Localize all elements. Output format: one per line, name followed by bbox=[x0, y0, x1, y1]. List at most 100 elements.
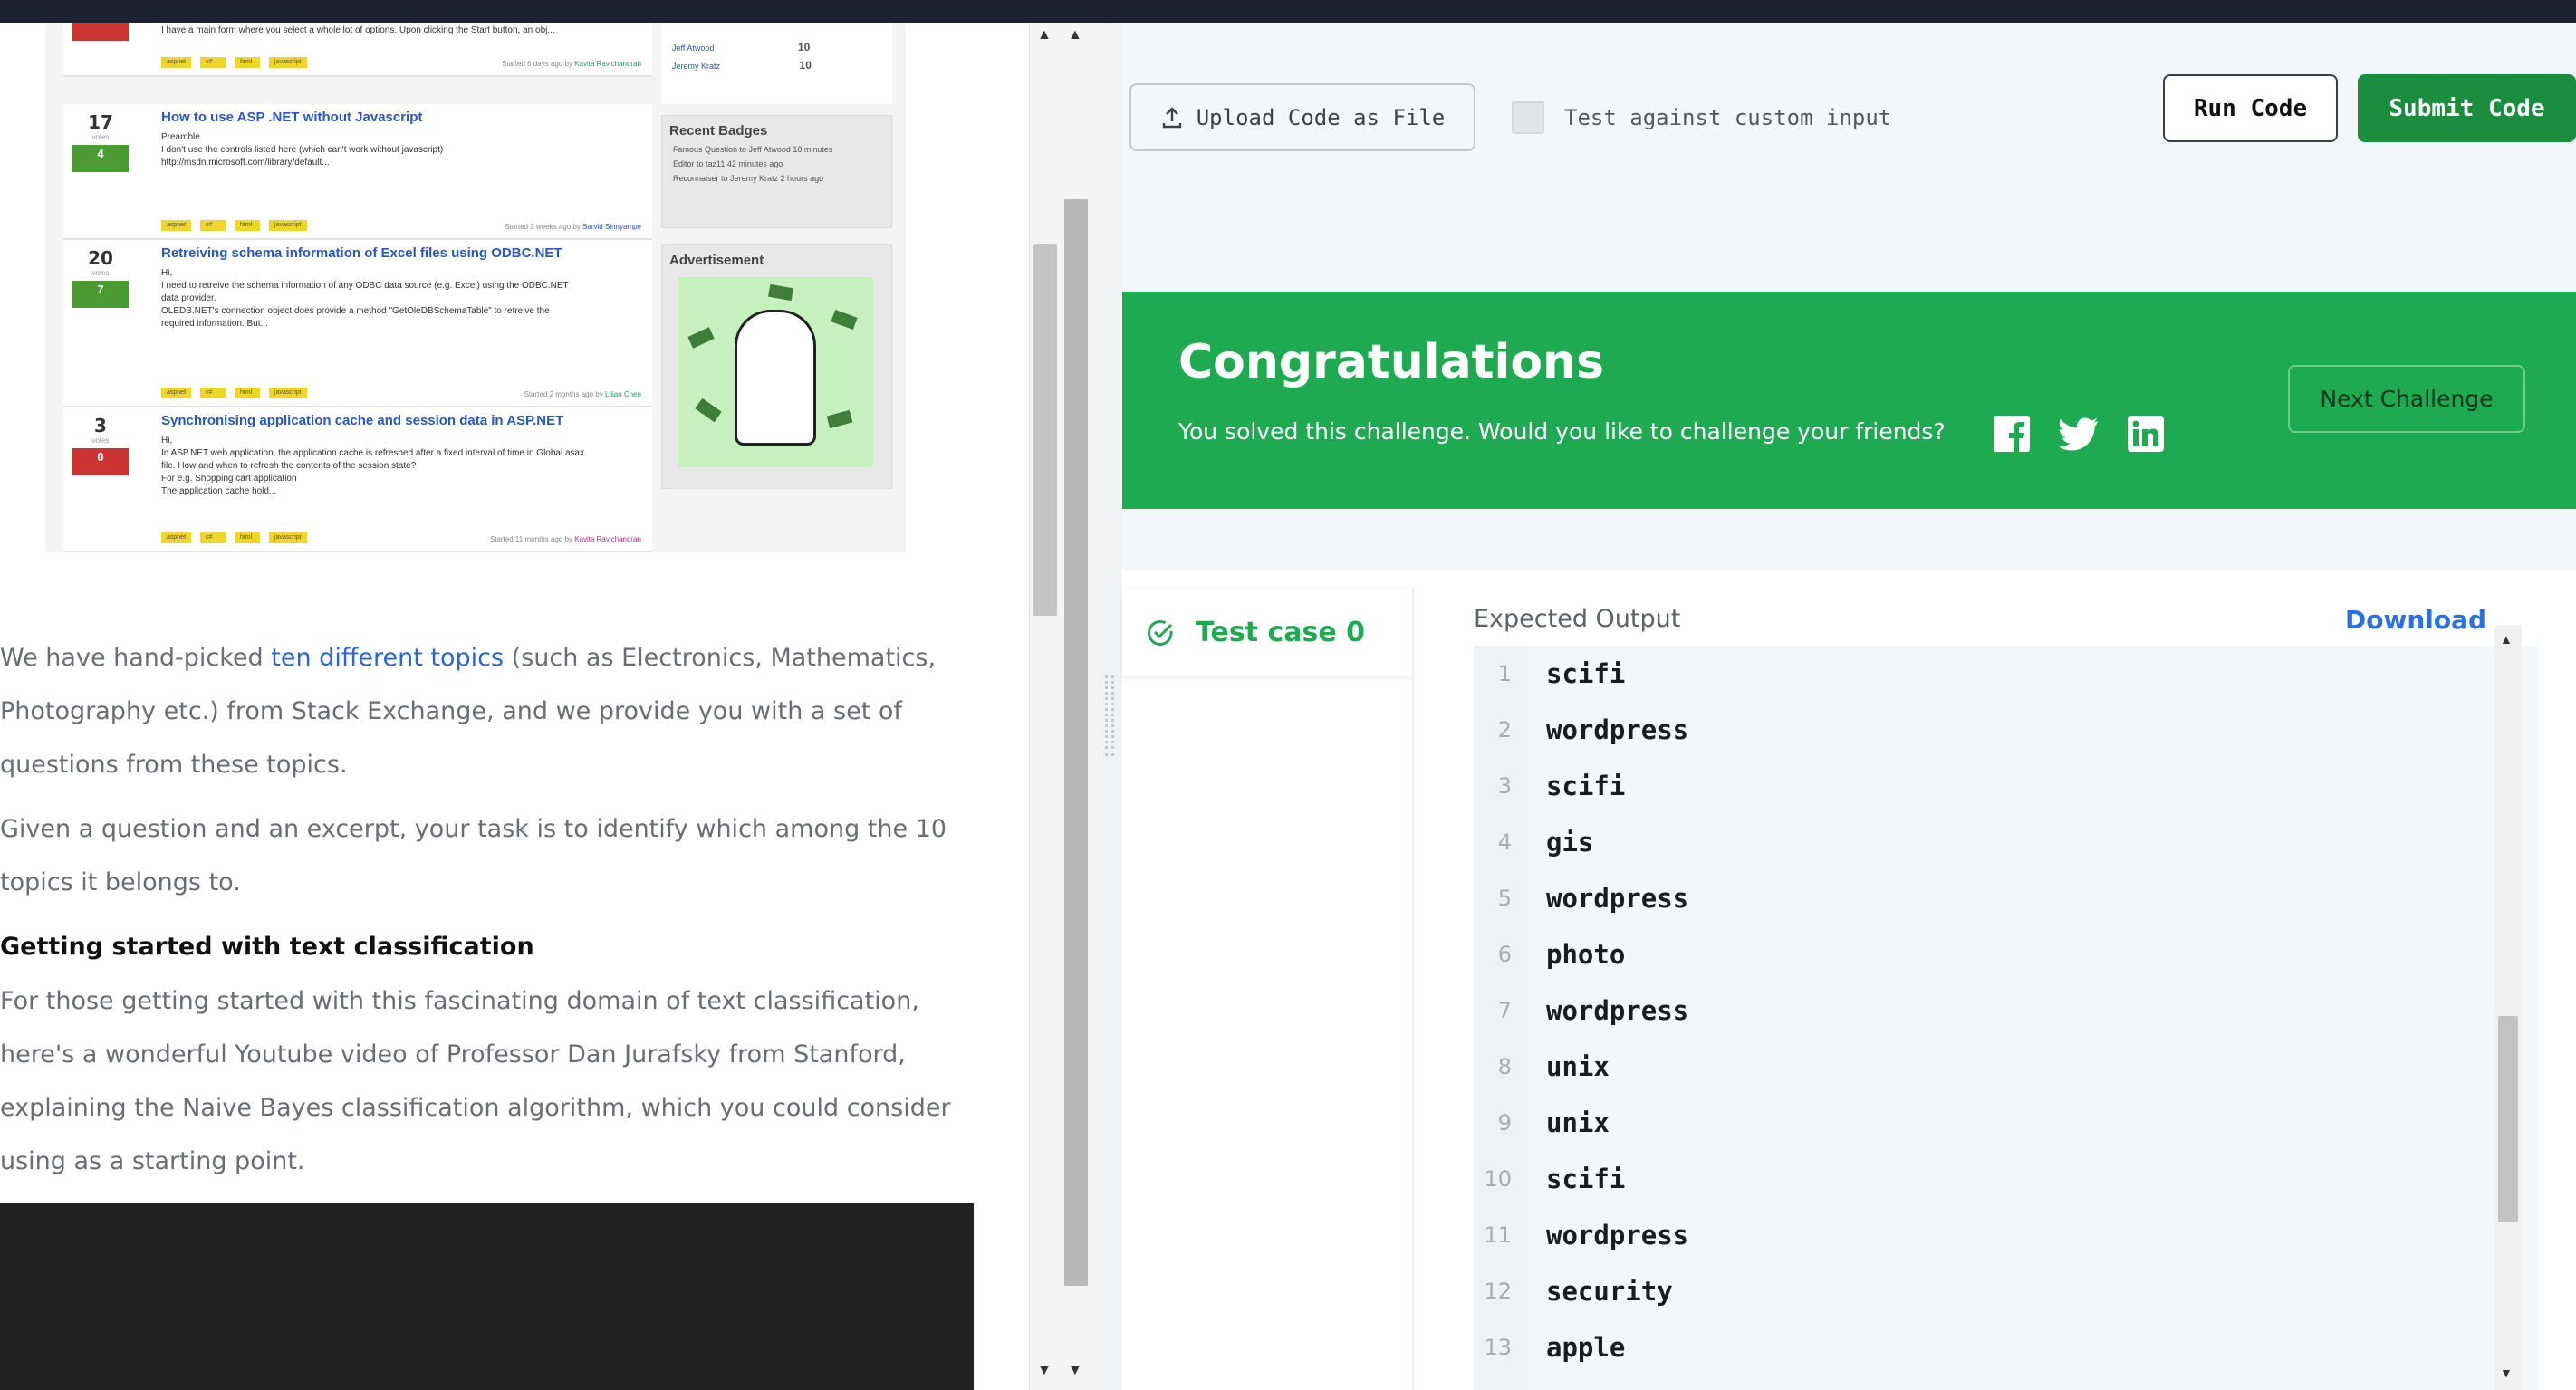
scroll-up-icon[interactable]: ▲ bbox=[1068, 27, 1082, 43]
answers-badge: 4 bbox=[72, 145, 129, 172]
tag: html bbox=[235, 532, 261, 543]
vote-count: 20 bbox=[88, 247, 113, 269]
output-line: 9 unix bbox=[1497, 1107, 1610, 1138]
custom-input-checkbox[interactable] bbox=[1512, 101, 1544, 134]
answers-badge: 7 bbox=[72, 281, 129, 308]
test-results-panel: Test case 0 Expected Output Download 1 sc… bbox=[1122, 570, 2576, 1390]
congratulations-message: You solved this challenge. Would you lik… bbox=[1178, 418, 1946, 445]
example-question-card: 17 votes 4 How to use ASP .NET without Jav… bbox=[63, 104, 652, 240]
next-challenge-button[interactable]: Next Challenge bbox=[2288, 365, 2525, 433]
example-question-card: 3 votes 0 Synchronising application cache … bbox=[63, 407, 652, 552]
tag-list: aspnet c# html javascript bbox=[161, 52, 316, 68]
embedded-video[interactable] bbox=[0, 1203, 974, 1390]
tag: c# bbox=[200, 532, 226, 543]
output-line: 11 wordpress bbox=[1484, 1220, 1689, 1251]
tag-list: aspnet c# html javascript bbox=[161, 215, 316, 231]
tag: javascript bbox=[269, 57, 307, 68]
badge-entry: Famous Question to Jeff Atwood 18 minute… bbox=[673, 145, 833, 154]
output-line: 10 scifi bbox=[1484, 1164, 1626, 1194]
custom-input-toggle[interactable]: Test against custom input bbox=[1512, 101, 1891, 134]
recent-badges-box: Recent Badges Famous Question to Jeff At… bbox=[661, 115, 892, 228]
check-circle-icon bbox=[1147, 619, 1173, 646]
vote-count: 3 bbox=[94, 415, 107, 436]
question-title: Synchronising application cache and sess… bbox=[161, 413, 564, 428]
run-code-button[interactable]: Run Code bbox=[2163, 74, 2338, 142]
description-scrollbar[interactable]: ▲ ▲ ▼ ▼ bbox=[1029, 23, 1098, 1390]
tag: c# bbox=[200, 220, 226, 231]
tag: javascript bbox=[269, 388, 307, 398]
output-scrollbar[interactable]: ▲ ▼ bbox=[2494, 625, 2522, 1390]
twitter-icon[interactable] bbox=[2059, 414, 2099, 454]
cartoon-figure bbox=[735, 310, 816, 446]
section-heading: Getting started with text classification bbox=[0, 933, 534, 961]
output-line: 7 wordpress bbox=[1497, 995, 1689, 1026]
social-share-links bbox=[1992, 414, 2166, 454]
upload-code-button[interactable]: Upload Code as File bbox=[1129, 83, 1475, 151]
tag-list: aspnet c# html javascript bbox=[161, 527, 316, 543]
tag: aspnet bbox=[161, 532, 192, 543]
facebook-icon[interactable] bbox=[1992, 414, 2032, 454]
scroll-up-icon[interactable]: ▲ bbox=[1037, 27, 1052, 43]
output-line: 6 photo bbox=[1497, 939, 1626, 970]
tag-list: aspnet c# html javascript bbox=[161, 382, 316, 398]
example-question-card: I have a main form where you select a wh… bbox=[63, 23, 652, 77]
scroll-down-icon[interactable]: ▼ bbox=[1037, 1363, 1052, 1379]
expected-output-title: Expected Output bbox=[1474, 605, 1681, 633]
question-meta: Started 2 weeks ago by Sarvid Sinnyampe bbox=[505, 223, 641, 231]
question-excerpt: Hi, I need to retreive the schema inform… bbox=[161, 268, 569, 329]
question-excerpt: Hi, In ASP.NET web application, the appl… bbox=[161, 436, 585, 496]
upload-code-label: Upload Code as File bbox=[1196, 104, 1446, 130]
upload-icon bbox=[1162, 106, 1181, 128]
test-case-label: Test case 0 bbox=[1196, 617, 1366, 648]
question-meta: Started 11 months ago by Kavita Ravichan… bbox=[489, 535, 641, 543]
badge-entry: Editor to taz11 42 minutes ago bbox=[673, 159, 783, 168]
pane-splitter[interactable] bbox=[1098, 23, 1122, 1390]
question-title: Retreiving schema information of Excel f… bbox=[161, 245, 562, 261]
output-line: 4 gis bbox=[1497, 827, 1594, 858]
example-screenshot: I have a main form where you select a wh… bbox=[45, 23, 906, 552]
tag: html bbox=[235, 388, 261, 398]
tag: javascript bbox=[269, 220, 307, 231]
scrollbar-thumb[interactable] bbox=[2498, 1016, 2518, 1222]
tab-divider bbox=[1412, 589, 1414, 1390]
topics-link[interactable]: ten different topics bbox=[271, 644, 504, 672]
expected-output-box: 1 scifi 2 wordpress 3 scifi 4 gis 5 wordpress… bbox=[1474, 646, 2538, 1390]
scrollbar-thumb[interactable] bbox=[1033, 244, 1057, 616]
scrollbar-thumb[interactable] bbox=[1064, 199, 1088, 1286]
question-meta: Started 6 days ago by Kavita Ravichandra… bbox=[502, 60, 641, 68]
advertisement-title: Advertisement bbox=[669, 253, 764, 268]
advertisement-image bbox=[678, 277, 873, 467]
side-user: Jeremy Kratz 10 bbox=[672, 59, 812, 72]
problem-description: We have hand-picked ten different topics… bbox=[0, 631, 978, 1188]
tag: c# bbox=[200, 57, 226, 68]
congratulations-banner: Congratulations You solved this challeng… bbox=[1122, 292, 2576, 509]
recent-badges-title: Recent Badges bbox=[669, 123, 768, 139]
scroll-down-icon[interactable]: ▼ bbox=[2500, 1366, 2513, 1380]
output-line: 3 scifi bbox=[1497, 771, 1626, 801]
top-bar bbox=[0, 0, 2576, 23]
output-line: 2 wordpress bbox=[1497, 714, 1689, 745]
question-meta: Started 2 months ago by Lilian Chen bbox=[524, 390, 641, 398]
output-line: 8 unix bbox=[1497, 1051, 1610, 1082]
tag: aspnet bbox=[161, 57, 192, 68]
tag: c# bbox=[200, 388, 226, 398]
question-title: How to use ASP .NET without Javascript bbox=[161, 110, 423, 125]
output-line: 5 wordpress bbox=[1497, 883, 1689, 914]
scroll-up-icon[interactable]: ▲ bbox=[2500, 632, 2513, 647]
editor-pane: Upload Code as File Test against custom … bbox=[1122, 23, 2576, 1390]
download-link[interactable]: Download bbox=[2345, 605, 2486, 635]
getting-started-paragraph: For those getting started with this fasc… bbox=[0, 987, 951, 1175]
tab-test-case-0[interactable]: Test case 0 bbox=[1122, 589, 1412, 676]
scroll-down-icon[interactable]: ▼ bbox=[1068, 1363, 1082, 1379]
example-question-card: 20 votes 7 Retreiving schema information o… bbox=[63, 240, 652, 407]
tag: javascript bbox=[269, 532, 307, 543]
output-line: 1 scifi bbox=[1497, 658, 1626, 689]
advertisement-box: Advertisement bbox=[661, 244, 892, 489]
linkedin-icon[interactable] bbox=[2126, 414, 2166, 454]
drag-handle-icon[interactable] bbox=[1105, 675, 1114, 756]
side-user-list: Jeff Atwood 10 Jeremy Kratz 10 bbox=[661, 23, 892, 104]
tag: aspnet bbox=[161, 220, 192, 231]
submit-code-button[interactable]: Submit Code bbox=[2358, 74, 2576, 142]
intro-paragraph: We have hand-picked ten different topics… bbox=[0, 644, 937, 779]
side-user: Jeff Atwood 10 bbox=[672, 41, 811, 53]
